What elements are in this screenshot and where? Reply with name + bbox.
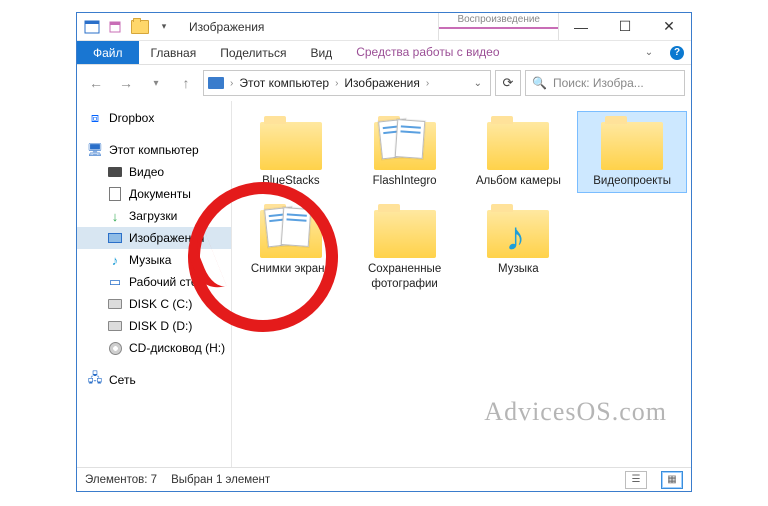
folder-icon bbox=[256, 116, 326, 170]
address-box[interactable]: › Этот компьютер › Изображения › ⌄ bbox=[203, 70, 491, 96]
folder-label: Сохраненные фотографии bbox=[353, 262, 457, 291]
breadcrumb-segment[interactable]: Этот компьютер bbox=[239, 76, 329, 90]
folder-icon bbox=[597, 116, 667, 170]
folder-item[interactable]: Видеопроекты bbox=[577, 111, 687, 193]
status-items-count: Элементов: 7 bbox=[85, 474, 157, 486]
search-icon: 🔍 bbox=[532, 76, 547, 90]
folder-icon bbox=[370, 204, 440, 258]
contextual-tab-group-label: Воспроизведение bbox=[439, 13, 558, 29]
nav-tree: ⧈Dropbox 🖥Этот компьютер Видео Документы ↓За… bbox=[77, 101, 232, 467]
folder-item[interactable]: BlueStacks bbox=[236, 111, 346, 193]
folder-label: FlashIntegro bbox=[373, 174, 437, 188]
folder-icon: ♪ bbox=[483, 204, 553, 258]
close-button[interactable]: ✕ bbox=[647, 13, 691, 40]
tree-item-pic[interactable]: Изображения bbox=[77, 227, 231, 249]
tree-item-label: DISK C (C:) bbox=[129, 297, 192, 311]
address-bar-row: ← → ▾ ↑ › Этот компьютер › Изображения ›… bbox=[77, 65, 691, 101]
folder-item[interactable]: FlashIntegro bbox=[350, 111, 460, 193]
chevron-right-icon: › bbox=[228, 78, 235, 89]
view-largeicons-button[interactable]: ▦ bbox=[661, 471, 683, 489]
ribbon-tab-file[interactable]: Файл bbox=[77, 41, 139, 64]
folder-item[interactable]: ♪ Музыка bbox=[464, 199, 574, 296]
refresh-button[interactable]: ⟳ bbox=[495, 70, 521, 96]
location-pc-icon bbox=[208, 77, 224, 89]
breadcrumb-segment[interactable]: Изображения bbox=[344, 76, 419, 90]
qat-more-button[interactable]: ▾ bbox=[153, 16, 175, 38]
chevron-right-icon: › bbox=[424, 78, 431, 89]
folder-label: BlueStacks bbox=[262, 174, 320, 188]
folder-item[interactable]: Сохраненные фотографии bbox=[350, 199, 460, 296]
body: ⧈Dropbox 🖥Этот компьютер Видео Документы ↓За… bbox=[77, 101, 691, 467]
qat-properties-button[interactable] bbox=[81, 16, 103, 38]
tree-item-dl[interactable]: ↓Загрузки bbox=[77, 205, 231, 227]
tree-item-disk[interactable]: DISK C (C:) bbox=[77, 293, 231, 315]
view-details-button[interactable]: ☰ bbox=[625, 471, 647, 489]
titlebar: ▾ Изображения Воспроизведение — ☐ ✕ bbox=[77, 13, 691, 41]
tree-item-label: DISK D (D:) bbox=[129, 319, 192, 333]
tree-item-label: Этот компьютер bbox=[109, 143, 199, 157]
window-controls: — ☐ ✕ bbox=[559, 13, 691, 40]
tree-item-label: Документы bbox=[129, 187, 191, 201]
tree-item-dropbox[interactable]: ⧈Dropbox bbox=[77, 107, 231, 129]
tree-item-label: Загрузки bbox=[129, 209, 177, 223]
items-view: BlueStacks FlashIntegro Альбом камеры Видео… bbox=[232, 101, 691, 467]
folder-label: Альбом камеры bbox=[476, 174, 561, 188]
ribbon-tab-view[interactable]: Вид bbox=[298, 41, 344, 64]
tree-item-label: Сеть bbox=[109, 373, 136, 387]
status-bar: Элементов: 7 Выбран 1 элемент ☰ ▦ bbox=[77, 467, 691, 491]
minimize-button[interactable]: — bbox=[559, 13, 603, 40]
tree-item-desk[interactable]: ▭Рабочий стол bbox=[77, 271, 231, 293]
qat-newfolder-button[interactable] bbox=[105, 16, 127, 38]
help-icon: ? bbox=[670, 46, 684, 60]
tree-item-label: Музыка bbox=[129, 253, 171, 267]
tree-item-label: Видео bbox=[129, 165, 164, 179]
ribbon-tab-videotools[interactable]: Средства работы с видео bbox=[344, 41, 511, 64]
tree-item-label: Изображения bbox=[129, 231, 204, 245]
explorer-window: ▾ Изображения Воспроизведение — ☐ ✕ Файл… bbox=[76, 12, 692, 492]
ribbon-tab-home[interactable]: Главная bbox=[139, 41, 209, 64]
folder-item[interactable]: Снимки экрана bbox=[236, 199, 346, 296]
window-title: Изображения bbox=[179, 13, 274, 40]
folder-item[interactable]: Альбом камеры bbox=[464, 111, 574, 193]
nav-back-button[interactable]: ← bbox=[83, 70, 109, 96]
folder-icon bbox=[483, 116, 553, 170]
search-input[interactable]: 🔍 Поиск: Изобра... bbox=[525, 70, 685, 96]
ribbon-tab-share[interactable]: Поделиться bbox=[208, 41, 298, 64]
folder-label: Музыка bbox=[498, 262, 539, 276]
watermark-text: AdvicesOS.com bbox=[484, 397, 667, 427]
folder-label: Видеопроекты bbox=[593, 174, 671, 188]
tree-item-label: Dropbox bbox=[109, 111, 154, 125]
search-placeholder: Поиск: Изобра... bbox=[553, 76, 644, 90]
folder-label: Снимки экрана bbox=[251, 262, 331, 276]
tree-item-doc[interactable]: Документы bbox=[77, 183, 231, 205]
ribbon-tabs: Файл Главная Поделиться Вид Средства раб… bbox=[77, 41, 691, 65]
status-selection: Выбран 1 элемент bbox=[171, 474, 270, 486]
tree-item-music[interactable]: ♪Музыка bbox=[77, 249, 231, 271]
tree-item-net[interactable]: 🖧Сеть bbox=[77, 369, 231, 391]
tree-item-vid[interactable]: Видео bbox=[77, 161, 231, 183]
tree-item-disk[interactable]: DISK D (D:) bbox=[77, 315, 231, 337]
tree-item-cd[interactable]: CD-дисковод (H:) bbox=[77, 337, 231, 359]
qat-folder-button[interactable] bbox=[129, 16, 151, 38]
nav-recent-button[interactable]: ▾ bbox=[143, 70, 169, 96]
nav-up-button[interactable]: ↑ bbox=[173, 70, 199, 96]
tree-item-label: Рабочий стол bbox=[129, 275, 204, 289]
address-dropdown-button[interactable]: ⌄ bbox=[470, 78, 486, 89]
quick-access-toolbar: ▾ bbox=[77, 13, 179, 40]
chevron-right-icon: › bbox=[333, 78, 340, 89]
folder-icon bbox=[256, 204, 326, 258]
folder-icon bbox=[370, 116, 440, 170]
tree-item-label: CD-дисковод (H:) bbox=[129, 341, 225, 355]
tree-item-pc[interactable]: 🖥Этот компьютер bbox=[77, 139, 231, 161]
help-button[interactable]: ? bbox=[663, 41, 691, 64]
maximize-button[interactable]: ☐ bbox=[603, 13, 647, 40]
nav-forward-button[interactable]: → bbox=[113, 70, 139, 96]
items-grid: BlueStacks FlashIntegro Альбом камеры Видео… bbox=[236, 111, 687, 296]
contextual-tab-header: Воспроизведение bbox=[438, 13, 559, 40]
ribbon-collapse-button[interactable]: ⌄ bbox=[635, 41, 663, 64]
